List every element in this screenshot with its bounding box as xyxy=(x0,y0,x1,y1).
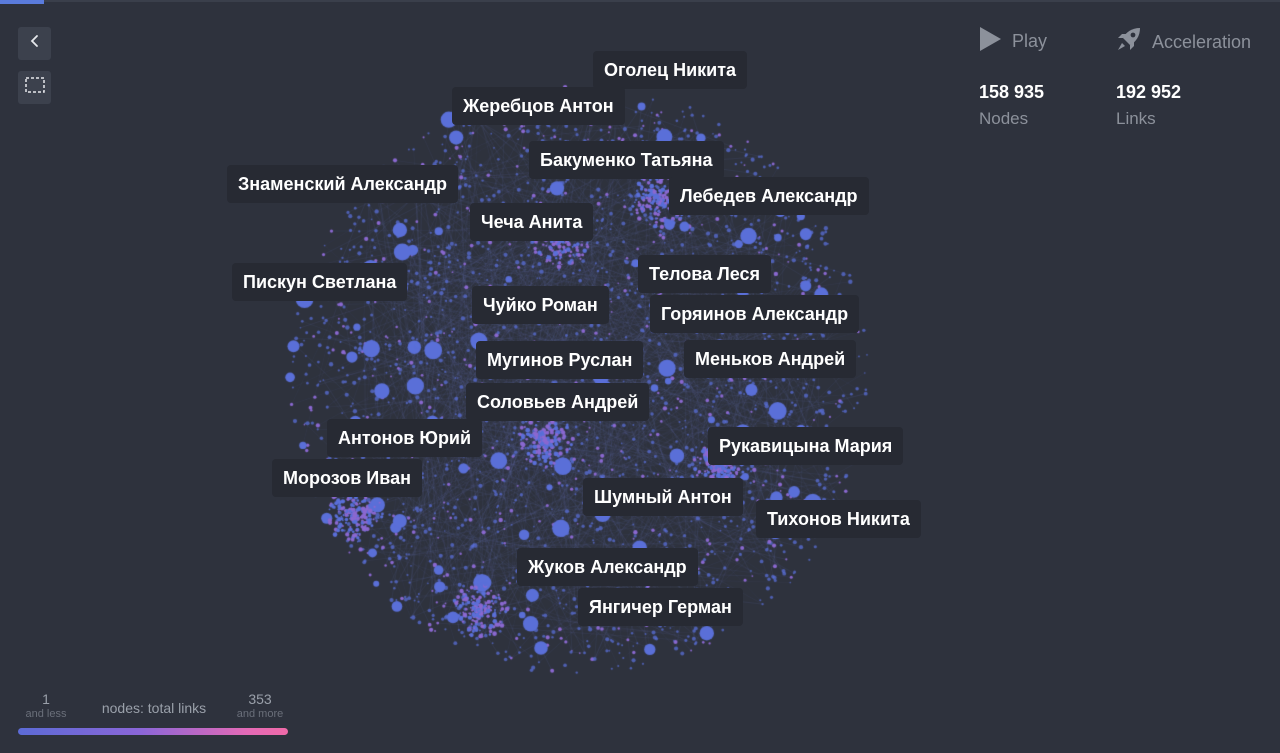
legend-max-sub: and more xyxy=(236,708,284,720)
node-label[interactable]: Меньков Андрей xyxy=(684,340,857,378)
node-label[interactable]: Лебедев Александр xyxy=(669,177,869,215)
links-stat: 192 952 Links xyxy=(1116,80,1181,134)
node-label[interactable]: Пискун Светлана xyxy=(232,263,408,301)
node-label[interactable]: Оголец Никита xyxy=(593,51,748,89)
legend-min: 1 and less xyxy=(18,690,74,720)
node-label[interactable]: Знаменский Александр xyxy=(227,165,459,203)
chevron-left-icon xyxy=(28,34,42,53)
acceleration-label: Acceleration xyxy=(1152,32,1252,52)
node-label[interactable]: Жеребцов Антон xyxy=(452,87,625,125)
nodes-stat: 158 935 Nodes xyxy=(979,80,1044,134)
links-legend: 1 and less nodes: total links 353 and mo… xyxy=(18,690,290,740)
node-label[interactable]: Телова Леся xyxy=(638,255,772,293)
node-label[interactable]: Чеча Анита xyxy=(470,203,594,241)
play-button[interactable]: Play xyxy=(978,26,1047,57)
node-label[interactable]: Бакуменко Татьяна xyxy=(529,141,724,179)
nodes-count: 158 935 xyxy=(979,82,1045,102)
legend-gradient-bar xyxy=(18,728,288,735)
links-count: 192 952 xyxy=(1116,82,1182,102)
legend-caption: nodes: total links xyxy=(101,700,207,716)
node-label[interactable]: Янгичер Герман xyxy=(578,588,743,626)
legend-max: 353 and more xyxy=(232,690,288,720)
node-label[interactable]: Тихонов Никита xyxy=(756,500,921,538)
rocket-icon xyxy=(1114,26,1142,59)
legend-min-value: 1 xyxy=(42,691,50,707)
nodes-label: Nodes xyxy=(979,109,1029,128)
legend-min-sub: and less xyxy=(25,708,67,720)
back-button[interactable] xyxy=(18,27,51,60)
acceleration-button[interactable]: Acceleration xyxy=(1114,26,1251,59)
node-label[interactable]: Антонов Юрий xyxy=(327,419,483,457)
node-label[interactable]: Жуков Александр xyxy=(517,548,698,586)
play-icon xyxy=(978,26,1002,57)
node-label[interactable]: Шумный Антон xyxy=(583,478,743,516)
node-label[interactable]: Мугинов Руслан xyxy=(476,341,644,379)
node-label[interactable]: Соловьев Андрей xyxy=(466,383,650,421)
node-label[interactable]: Чуйко Роман xyxy=(472,286,609,324)
node-label[interactable]: Горяинов Александр xyxy=(650,295,860,333)
node-label[interactable]: Рукавицына Мария xyxy=(708,427,904,465)
legend-max-value: 353 xyxy=(248,691,272,707)
links-label: Links xyxy=(1116,109,1156,128)
node-label[interactable]: Морозов Иван xyxy=(272,459,422,497)
dashed-selection-icon xyxy=(24,77,45,98)
area-select-button[interactable] xyxy=(18,71,51,104)
play-label: Play xyxy=(1012,31,1048,51)
